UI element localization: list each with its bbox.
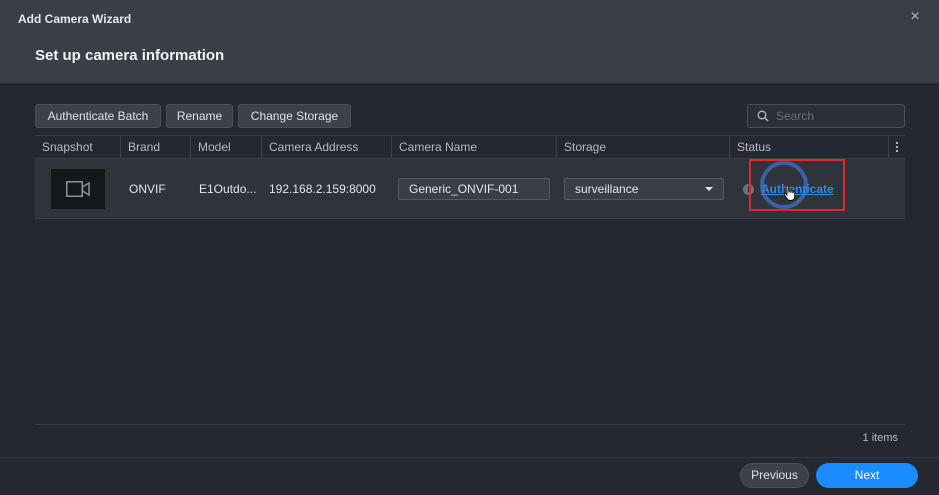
search-box[interactable] (747, 104, 905, 128)
search-icon (757, 110, 769, 122)
window-title: Add Camera Wizard (18, 12, 132, 26)
column-header-status[interactable]: Status (730, 136, 889, 158)
storage-select[interactable]: surveillance (564, 178, 724, 200)
highlight-box (749, 159, 845, 211)
column-header-brand[interactable]: Brand (121, 136, 191, 158)
snapshot-thumbnail (51, 169, 105, 209)
brand-cell: ONVIF (129, 182, 166, 196)
status-cell: i Authenticate (743, 159, 887, 219)
authenticate-batch-button[interactable]: Authenticate Batch (35, 104, 161, 128)
content-area: Authenticate Batch Rename Change Storage… (0, 85, 939, 457)
camera-table: Snapshot Brand Model Camera Address Came… (35, 135, 905, 219)
column-header-model[interactable]: Model (191, 136, 262, 158)
column-header-camera-address[interactable]: Camera Address (262, 136, 392, 158)
next-button[interactable]: Next (816, 463, 918, 488)
table-footer-divider (35, 424, 905, 425)
table-header: Snapshot Brand Model Camera Address Came… (35, 135, 905, 159)
chevron-down-icon (705, 187, 713, 191)
storage-select-value: surveillance (575, 182, 639, 196)
camera-icon (66, 181, 90, 197)
close-icon[interactable]: × (907, 9, 923, 25)
model-cell: E1Outdo... (199, 182, 257, 196)
camera-address-cell: 192.168.2.159:8000 (269, 182, 376, 196)
column-menu-icon[interactable] (889, 136, 905, 158)
page-title: Set up camera information (35, 47, 225, 64)
title-bar: Add Camera Wizard × Set up camera inform… (0, 0, 939, 84)
hand-cursor-icon (783, 184, 796, 201)
table-row[interactable]: ONVIF E1Outdo... 192.168.2.159:8000 surv… (35, 159, 905, 219)
change-storage-button[interactable]: Change Storage (238, 104, 351, 128)
column-header-storage[interactable]: Storage (557, 136, 730, 158)
wizard-footer: Previous Next (0, 457, 939, 495)
items-count: 1 items (862, 432, 898, 444)
column-header-camera-name[interactable]: Camera Name (392, 136, 557, 158)
rename-button[interactable]: Rename (166, 104, 233, 128)
camera-name-input[interactable] (398, 178, 550, 200)
previous-button[interactable]: Previous (740, 463, 809, 488)
column-header-snapshot[interactable]: Snapshot (35, 136, 121, 158)
search-input[interactable] (776, 108, 900, 124)
